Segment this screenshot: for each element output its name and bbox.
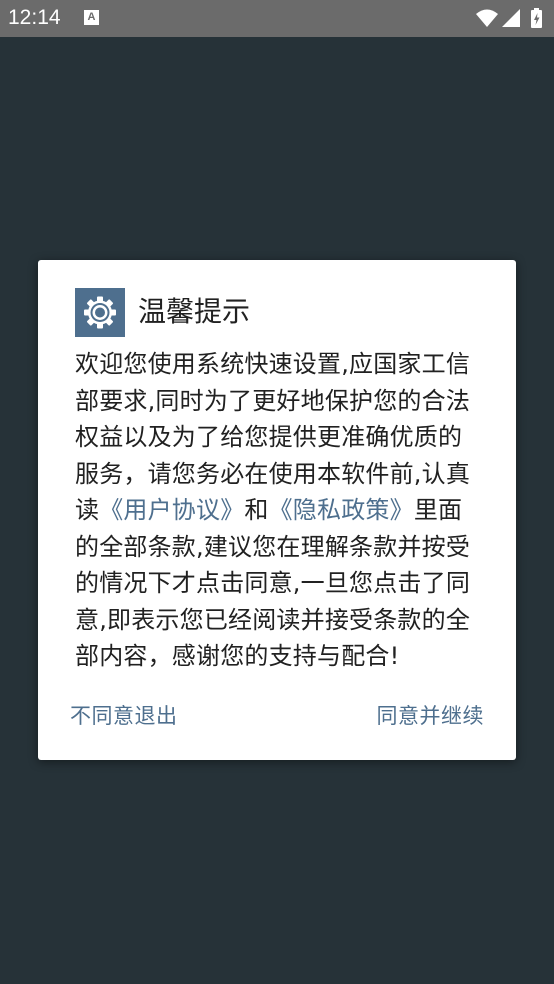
battery-icon xyxy=(531,8,542,28)
gear-icon xyxy=(75,288,125,337)
status-time: 12:14 xyxy=(8,6,61,29)
privacy-dialog: 温馨提示 欢迎您使用系统快速设置,应国家工信部要求,同时为了更好地保护您的合法权… xyxy=(38,260,516,760)
dialog-title: 温馨提示 xyxy=(138,295,251,328)
notification-a-icon: A xyxy=(84,10,99,25)
cell-signal-icon xyxy=(502,9,520,27)
agree-continue-button[interactable]: 同意并继续 xyxy=(377,700,485,732)
privacy-policy-link[interactable]: 《隐私政策》 xyxy=(269,496,414,524)
wifi-icon xyxy=(476,9,498,27)
status-bar: 12:14 A xyxy=(0,0,554,37)
disagree-exit-button[interactable]: 不同意退出 xyxy=(70,700,178,732)
status-icons xyxy=(476,7,546,29)
body-text-and: 和 xyxy=(244,496,269,524)
user-agreement-link[interactable]: 《用户协议》 xyxy=(99,496,244,524)
dialog-body: 欢迎您使用系统快速设置,应国家工信部要求,同时为了更好地保护您的合法权益以及为了… xyxy=(75,346,485,675)
